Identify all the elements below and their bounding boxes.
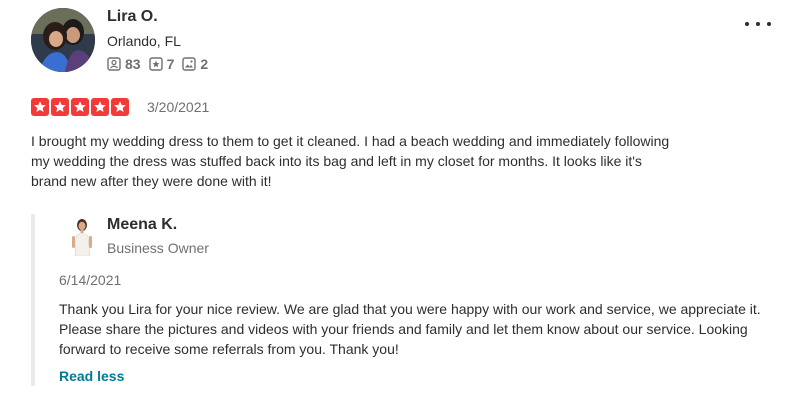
user-stats: 83 7 2 xyxy=(107,56,216,72)
review-text: I brought my wedding dress to them to ge… xyxy=(31,133,670,189)
user-avatar[interactable] xyxy=(31,8,95,72)
star-rating xyxy=(31,98,131,116)
owner-name[interactable]: Meena K. xyxy=(107,216,177,234)
more-horizontal-icon xyxy=(745,22,749,26)
photos-count: 2 xyxy=(200,56,209,72)
owner-reply: Meena K. Business Owner 6/14/2021 Thank … xyxy=(31,214,795,386)
reviews-stat: 7 xyxy=(148,56,175,72)
star-icon xyxy=(91,98,109,116)
user-location: Orlando, FL xyxy=(107,33,181,49)
review-card: Lira O. Orlando, FL 83 7 2 3/20/2021 I b… xyxy=(0,0,801,417)
reviews-count: 7 xyxy=(166,56,175,72)
friends-stat: 83 xyxy=(107,56,141,72)
owner-role: Business Owner xyxy=(107,240,209,256)
photos-stat: 2 xyxy=(182,56,208,72)
star-icon xyxy=(111,98,129,116)
reply-text: Thank you Lira for your nice review. We … xyxy=(59,301,761,357)
friends-icon xyxy=(107,57,121,71)
star-icon xyxy=(31,98,49,116)
more-options-button[interactable] xyxy=(745,14,771,34)
read-less-link[interactable]: Read less xyxy=(59,368,124,384)
star-icon xyxy=(71,98,89,116)
star-icon xyxy=(51,98,69,116)
friends-count: 83 xyxy=(125,56,141,72)
owner-avatar[interactable] xyxy=(63,216,103,257)
review-star-icon xyxy=(148,57,163,71)
review-date: 3/20/2021 xyxy=(147,99,210,115)
photo-icon xyxy=(182,57,197,71)
reply-date: 6/14/2021 xyxy=(59,272,122,288)
user-name[interactable]: Lira O. xyxy=(107,8,158,26)
